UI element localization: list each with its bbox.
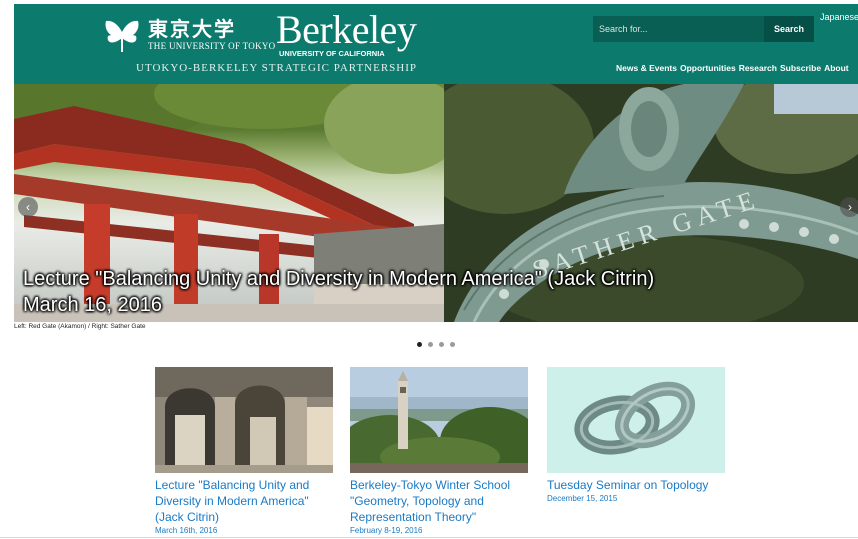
card-thumbnail-campanile[interactable]: [350, 367, 528, 473]
main-nav: News & Events Opportunities Research Sub…: [616, 63, 849, 73]
hero-slider[interactable]: SATHER GATE Lecture "Balancing Unity and…: [14, 84, 858, 322]
berkeley-wordmark: Berkeley: [276, 7, 417, 52]
ginkgo-leaf-icon: [105, 20, 139, 52]
slider-dot-3[interactable]: [439, 342, 444, 347]
card-thumbnail-building[interactable]: [155, 367, 333, 473]
hero-caption-date: March 16, 2016: [23, 294, 162, 316]
site-header: 東京大学 THE UNIVERSITY OF TOKYO Berkeley UN…: [14, 4, 858, 84]
nav-research[interactable]: Research: [739, 63, 777, 73]
nav-news-events[interactable]: News & Events: [616, 63, 677, 73]
search-input[interactable]: [593, 16, 764, 42]
partnership-title: UTOKYO-BERKELEY STRATEGIC PARTNERSHIP: [136, 62, 418, 74]
nav-opportunities[interactable]: Opportunities: [680, 63, 736, 73]
nav-about[interactable]: About: [824, 63, 849, 73]
card-thumbnail-torus-link[interactable]: [547, 367, 725, 473]
photo-credit: Left: Red Gate (Akamon) / Right: Sather …: [14, 323, 146, 330]
utokyo-english-name: THE UNIVERSITY OF TOKYO: [148, 41, 276, 51]
nav-subscribe[interactable]: Subscribe: [780, 63, 821, 73]
card-title[interactable]: Berkeley-Tokyo Winter School "Geometry, …: [350, 477, 528, 525]
news-card[interactable]: Berkeley-Tokyo Winter School "Geometry, …: [350, 367, 528, 535]
utokyo-kanji: 東京大学: [148, 17, 236, 41]
page: 東京大学 THE UNIVERSITY OF TOKYO Berkeley UN…: [0, 0, 858, 539]
card-date: February 8-19, 2016: [350, 526, 423, 535]
news-card[interactable]: Tuesday Seminar on Topology December 15,…: [547, 367, 725, 503]
news-card[interactable]: Lecture "Balancing Unity and Diversity i…: [155, 367, 333, 535]
utokyo-logo[interactable]: 東京大学 THE UNIVERSITY OF TOKYO: [102, 16, 275, 54]
card-date: December 15, 2015: [547, 494, 618, 503]
hero-caption[interactable]: Lecture "Balancing Unity and Diversity i…: [23, 266, 654, 318]
card-title[interactable]: Tuesday Seminar on Topology: [547, 477, 725, 493]
slider-dot-2[interactable]: [428, 342, 433, 347]
slider-dot-1[interactable]: [417, 342, 422, 347]
divider: [0, 537, 858, 538]
slider-prev-arrow-icon[interactable]: ‹: [18, 197, 38, 217]
berkeley-logo[interactable]: Berkeley UNIVERSITY OF CALIFORNIA: [276, 7, 417, 59]
search-button[interactable]: Search: [764, 16, 814, 42]
card-date: March 16th, 2016: [155, 526, 218, 535]
slider-dot-4[interactable]: [450, 342, 455, 347]
slider-next-arrow-icon[interactable]: ›: [840, 197, 858, 217]
card-title[interactable]: Lecture "Balancing Unity and Diversity i…: [155, 477, 333, 525]
slider-dots: [417, 342, 455, 347]
hero-caption-title: Lecture "Balancing Unity and Diversity i…: [23, 268, 655, 290]
language-switch-link[interactable]: Japanese: [820, 12, 858, 22]
